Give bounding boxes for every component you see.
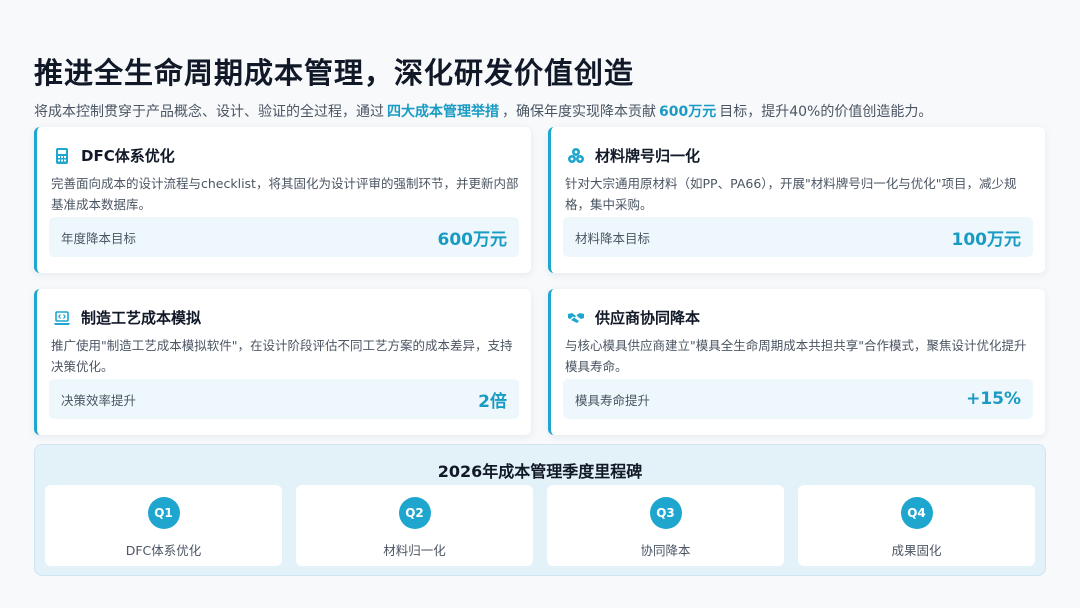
card-title: 材料牌号归一化	[595, 147, 701, 165]
card-description: 推广使用"制造工艺成本模拟软件"，在设计阶段评估不同工艺方案的成本差异，支持决策…	[51, 338, 513, 374]
subtitle-highlight-amount: 600万元	[659, 104, 717, 120]
page-title: 推进全生命周期成本管理，深化研发价值创造	[34, 56, 635, 90]
quarter-card-q1: Q1 DFC体系优化	[45, 485, 282, 566]
card-header: 制造工艺成本模拟	[53, 307, 201, 328]
card-metric: 材料降本目标 100万元	[563, 217, 1033, 257]
subtitle-text-3: 目标，提升40%的价值创造能力。	[719, 104, 933, 120]
quarter-card-q4: Q4 成果固化	[798, 485, 1035, 566]
roadmap-title: 2026年成本管理季度里程碑	[437, 462, 643, 481]
quarter-label: 成果固化	[891, 543, 942, 558]
card-dfc: DFC体系优化 完善面向成本的设计流程与checklist，将其固化为设计评审的…	[34, 127, 531, 273]
metric-value: 100万元	[951, 229, 1022, 250]
quarter-badge: Q3	[649, 497, 682, 529]
card-title: 供应商协同降本	[595, 309, 701, 327]
metric-value: 600万元	[437, 229, 508, 250]
card-description: 与核心模具供应商建立"模具全生命周期成本共担共享"合作模式，聚焦设计优化提升模具…	[565, 338, 1027, 374]
roadmap-panel: 2026年成本管理季度里程碑 Q1 DFC体系优化 Q2 材料归一化 Q3 协同…	[34, 444, 1046, 576]
card-header: DFC体系优化	[53, 145, 175, 166]
subtitle-text-2: ，确保年度实现降本贡献	[502, 104, 656, 120]
card-header: 材料牌号归一化	[567, 145, 700, 166]
subtitle-highlight-measures: 四大成本管理举措	[387, 104, 499, 120]
quarter-label: DFC体系优化	[125, 543, 202, 558]
page-subtitle: 将成本控制贯穿于产品概念、设计、验证的全过程，通过 四大成本管理举措 ，确保年度实现…	[34, 101, 932, 121]
calculator-icon	[53, 147, 71, 165]
cubes-icon	[567, 147, 585, 165]
handshake-icon	[567, 309, 585, 327]
card-supplier: 供应商协同降本 与核心模具供应商建立"模具全生命周期成本共担共享"合作模式，聚焦…	[548, 289, 1045, 435]
metric-label: 年度降本目标	[61, 230, 137, 246]
quarter-label: 材料归一化	[383, 543, 446, 558]
card-description: 完善面向成本的设计流程与checklist，将其固化为设计评审的强制环节，并更新…	[51, 176, 519, 212]
quarter-label: 协同降本	[640, 543, 691, 558]
card-metric: 决策效率提升 2倍	[49, 379, 519, 419]
quarter-badge: Q4	[900, 497, 933, 529]
laptop-code-icon	[53, 309, 71, 327]
metric-value: +15%	[966, 389, 1021, 409]
card-title: DFC体系优化	[81, 147, 175, 165]
metric-label: 材料降本目标	[575, 230, 651, 246]
quarter-card-q2: Q2 材料归一化	[296, 485, 533, 566]
quarter-badge: Q2	[398, 497, 431, 529]
card-header: 供应商协同降本	[567, 307, 700, 328]
card-metric: 模具寿命提升 +15%	[563, 379, 1033, 419]
card-metric: 年度降本目标 600万元	[49, 217, 519, 257]
metric-value: 2倍	[478, 391, 507, 412]
metric-label: 模具寿命提升	[575, 392, 651, 408]
card-title: 制造工艺成本模拟	[81, 309, 202, 327]
card-description: 针对大宗通用原材料（如PP、PA66），开展"材料牌号归一化与优化"项目，减少规…	[565, 176, 1017, 212]
subtitle-text-1: 将成本控制贯穿于产品概念、设计、验证的全过程，通过	[34, 104, 384, 120]
card-material: 材料牌号归一化 针对大宗通用原材料（如PP、PA66），开展"材料牌号归一化与优…	[548, 127, 1045, 273]
quarter-card-q3: Q3 协同降本	[547, 485, 784, 566]
card-process: 制造工艺成本模拟 推广使用"制造工艺成本模拟软件"，在设计阶段评估不同工艺方案的…	[34, 289, 531, 435]
quarter-badge: Q1	[147, 497, 180, 529]
metric-label: 决策效率提升	[61, 392, 137, 408]
